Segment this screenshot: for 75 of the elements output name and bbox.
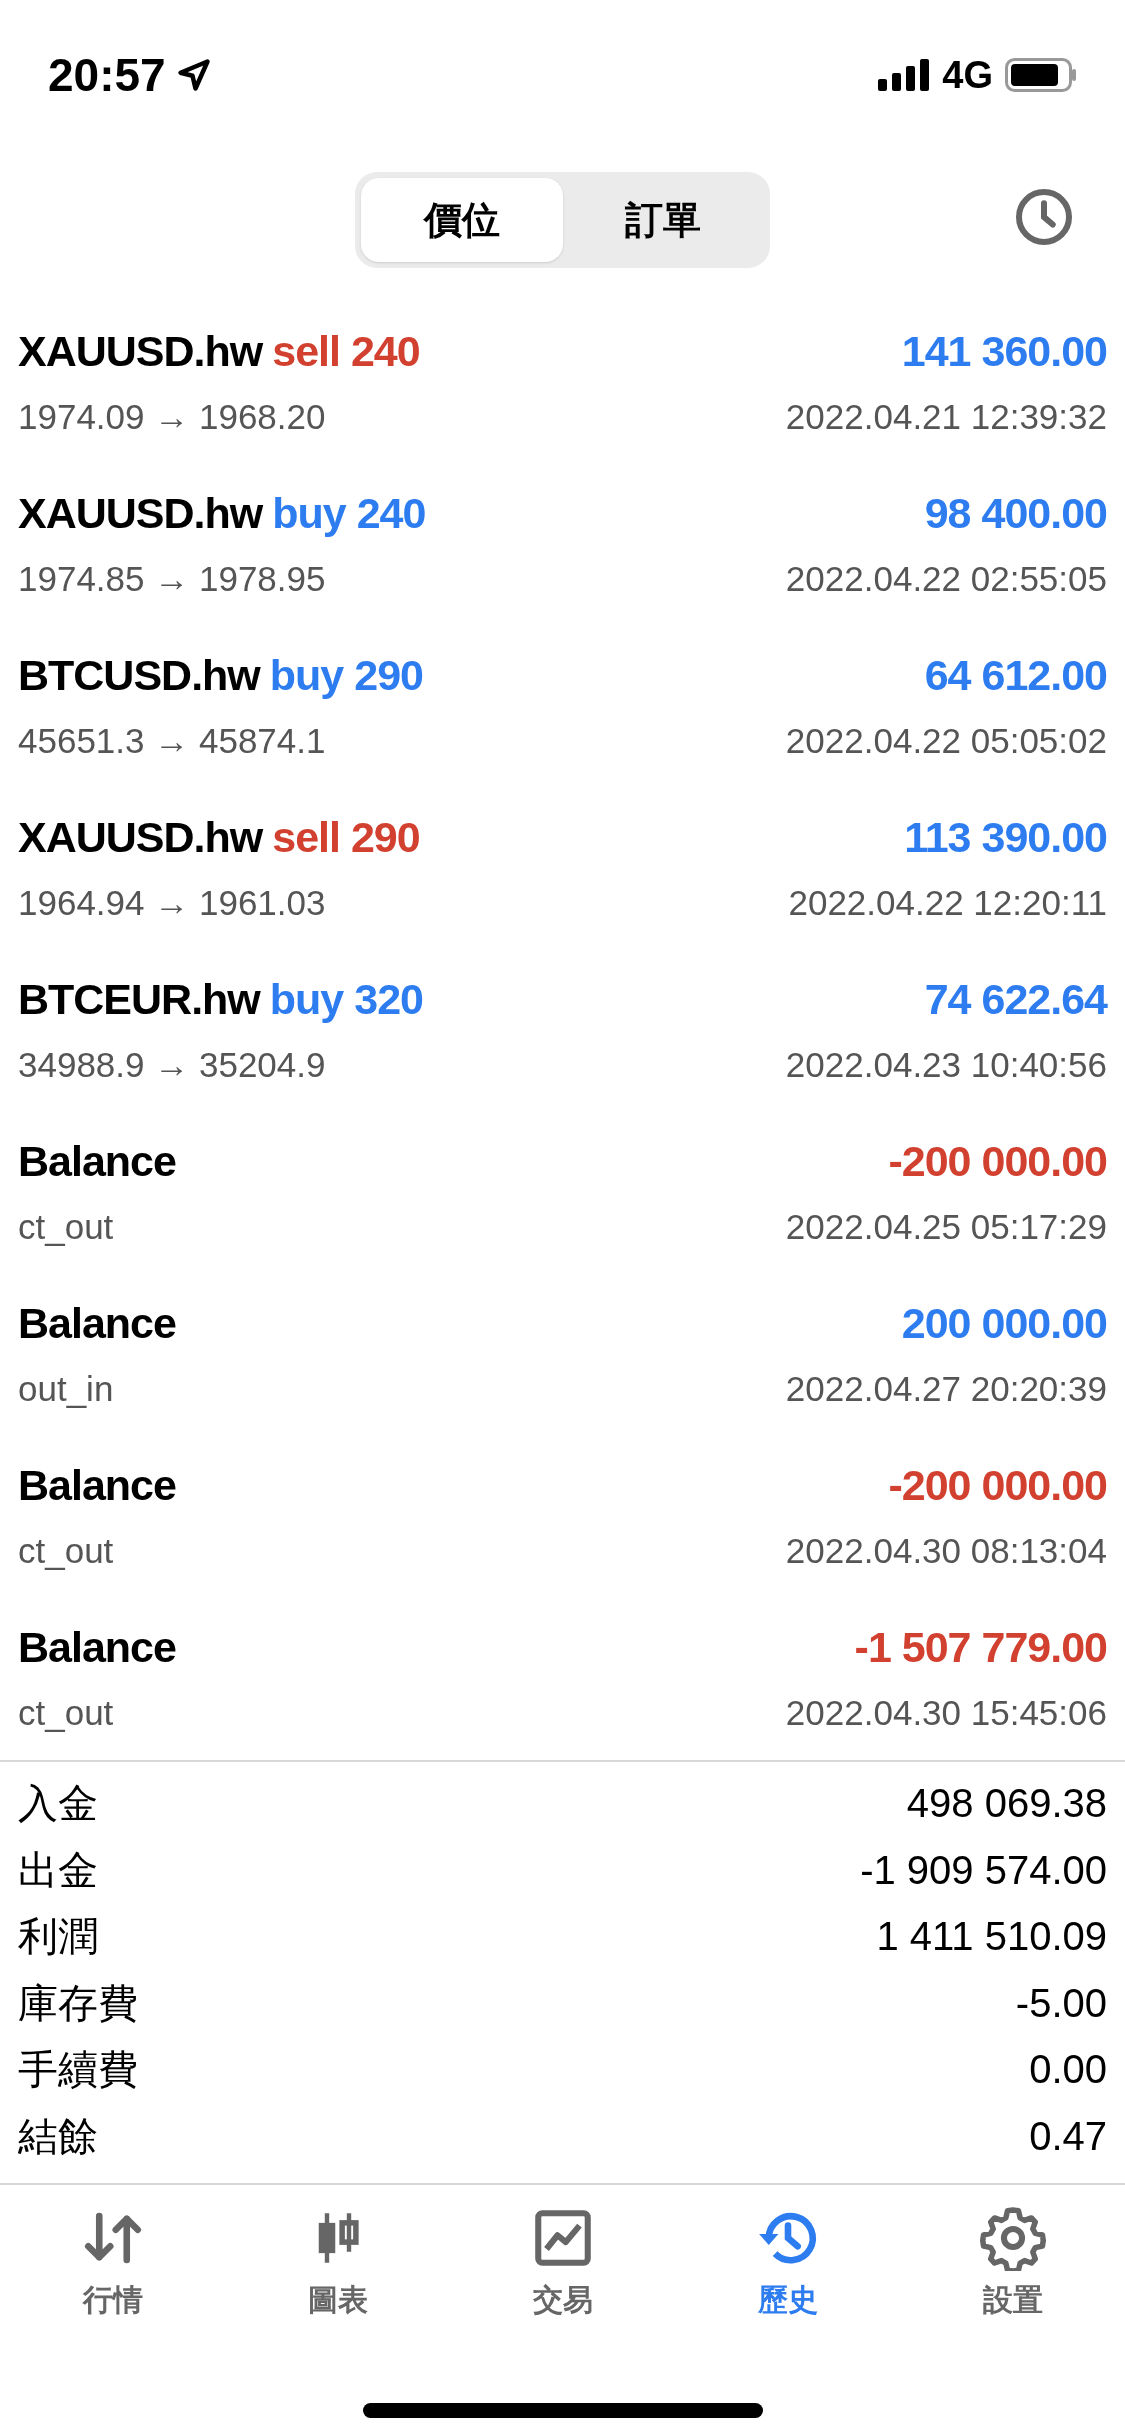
deal-prices: out_in (18, 1368, 114, 1410)
deal-amount: 200 000.00 (901, 1297, 1107, 1349)
deal-order: buy 290 (269, 649, 423, 701)
deal-prices: ct_out (18, 1206, 114, 1248)
tab-bar-item[interactable]: 行情 (0, 2205, 225, 2322)
location-arrow-icon (175, 57, 212, 93)
deal-order: sell 240 (272, 325, 420, 377)
deal-row[interactable]: XAUUSD.hw sell 240 141 360.00 1974.09 → 1968.20 2022.04.21 12:39:32 (0, 300, 1125, 462)
deal-time: 2022.04.30 08:13:04 (785, 1530, 1107, 1572)
deal-row[interactable]: Balance -200 000.00 ct_out 2022.04.25 05:17:29 (0, 1110, 1125, 1272)
deal-prices: 1974.85 → 1978.95 (18, 558, 326, 600)
deal-amount: -200 000.00 (888, 1459, 1107, 1511)
summary-value: 0.47 (1029, 2112, 1107, 2160)
summary-label: 出金 (18, 1846, 98, 1894)
deal-time: 2022.04.23 10:40:56 (785, 1044, 1107, 1086)
deal-order: sell 290 (272, 811, 420, 863)
deal-amount: -1 507 779.00 (854, 1621, 1107, 1673)
tab-bar-item[interactable]: 交易 (450, 2205, 675, 2322)
deal-order: buy 320 (269, 973, 423, 1025)
settings-icon (979, 2205, 1046, 2271)
summary-label: 庫存費 (18, 1979, 138, 2027)
deal-symbol: Balance (18, 1135, 176, 1187)
deal-amount: -200 000.00 (888, 1135, 1107, 1187)
segment-tab[interactable]: 價位 (361, 178, 563, 262)
summary-value: -5.00 (1015, 1979, 1107, 2027)
deal-row[interactable]: BTCUSD.hw buy 290 64 612.00 45651.3 → 45874.1 2022.04.22 05:05:02 (0, 624, 1125, 786)
summary-value: 1 411 510.09 (876, 1913, 1107, 1961)
deal-row[interactable]: Balance -200 000.00 ct_out 2022.04.30 08:13:04 (0, 1434, 1125, 1596)
deal-row[interactable]: BTCEUR.hw buy 320 74 622.64 34988.9 → 35204.9 2022.04.23 10:40:56 (0, 948, 1125, 1110)
signal-icon (878, 59, 931, 91)
deal-row[interactable]: Balance -1 507 779.00 ct_out 2022.04.30 15:45:06 (0, 1596, 1125, 1758)
deal-symbol: Balance (18, 1459, 176, 1511)
deal-time: 2022.04.22 12:20:11 (788, 882, 1107, 924)
deal-symbol: Balance (18, 1621, 176, 1673)
status-time: 20:57 (48, 47, 166, 103)
deal-time: 2022.04.25 05:17:29 (785, 1206, 1107, 1248)
deal-symbol: XAUUSD.hw (18, 811, 263, 863)
deal-prices: ct_out (18, 1530, 114, 1572)
deal-time: 2022.04.21 12:39:32 (785, 396, 1107, 438)
deal-prices: 1964.94 → 1961.03 (18, 882, 326, 924)
deal-time: 2022.04.30 15:45:06 (785, 1692, 1107, 1734)
deal-order: buy 240 (272, 487, 426, 539)
deal-amount: 74 622.64 (924, 973, 1107, 1025)
summary-value: 498 069.38 (906, 1780, 1107, 1828)
summary-label: 入金 (18, 1780, 98, 1828)
deal-symbol: Balance (18, 1297, 176, 1349)
deal-amount: 141 360.00 (901, 325, 1107, 377)
deal-symbol: XAUUSD.hw (18, 487, 263, 539)
summary-value: -1 909 574.00 (860, 1846, 1107, 1894)
deal-row[interactable]: XAUUSD.hw buy 240 98 400.00 1974.85 → 1978.95 2022.04.22 02:55:05 (0, 462, 1125, 624)
deal-amount: 64 612.00 (924, 649, 1107, 701)
deal-symbol: BTCEUR.hw (18, 973, 260, 1025)
deal-prices: 45651.3 → 45874.1 (18, 720, 326, 762)
deal-row[interactable]: Balance 200 000.00 out_in 2022.04.27 20:20:39 (0, 1272, 1125, 1434)
summary-label: 結餘 (18, 2112, 98, 2160)
deal-amount: 113 390.00 (904, 811, 1107, 863)
network-label: 4G (942, 52, 993, 98)
deal-symbol: XAUUSD.hw (18, 325, 263, 377)
summary-value: 0.00 (1029, 2046, 1107, 2094)
segment-tab[interactable]: 訂單 (562, 178, 764, 262)
deal-row[interactable]: XAUUSD.hw sell 290 113 390.00 1964.94 → 1961.03 2022.04.22 12:20:11 (0, 786, 1125, 948)
deal-prices: 34988.9 → 35204.9 (18, 1044, 326, 1086)
deal-time: 2022.04.22 05:05:02 (785, 720, 1107, 762)
deal-prices: ct_out (18, 1692, 114, 1734)
tab-bar-item[interactable]: 歷史 (675, 2205, 900, 2322)
battery-icon (1005, 58, 1077, 92)
tab-bar-item[interactable]: 圖表 (225, 2205, 450, 2322)
deal-time: 2022.04.22 02:55:05 (785, 558, 1107, 600)
summary-label: 利潤 (18, 1913, 98, 1961)
deal-symbol: BTCUSD.hw (18, 649, 260, 701)
summary-label: 手續費 (18, 2046, 138, 2094)
deal-amount: 98 400.00 (924, 487, 1107, 539)
tab-bar-item[interactable]: 設置 (900, 2205, 1125, 2322)
deal-time: 2022.04.27 20:20:39 (785, 1368, 1107, 1410)
deal-prices: 1974.09 → 1968.20 (18, 396, 326, 438)
